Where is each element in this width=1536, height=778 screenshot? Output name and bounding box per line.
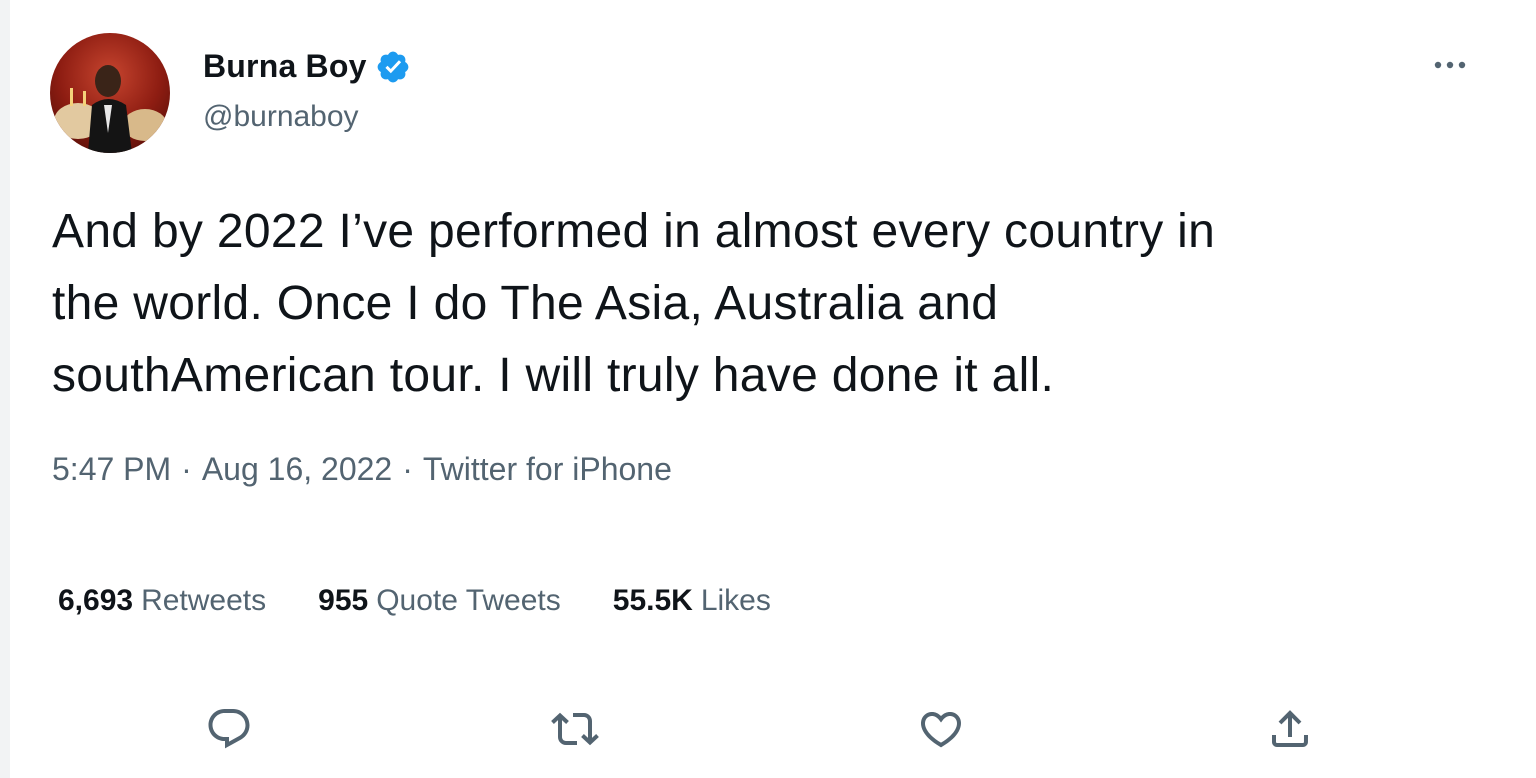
like-button[interactable] xyxy=(917,705,965,753)
meta-separator: · xyxy=(181,451,192,487)
reply-icon xyxy=(205,709,253,757)
tweet-card: Burna Boy @burnaboy And by 2022 I’ve per… xyxy=(0,0,1536,778)
verified-badge-icon xyxy=(375,49,411,85)
avatar[interactable] xyxy=(50,33,170,153)
retweet-icon xyxy=(551,712,599,757)
left-divider xyxy=(0,0,10,778)
tweet-time[interactable]: 5:47 PM xyxy=(52,451,171,488)
tweet-meta: 5:47 PM · Aug 16, 2022 · Twitter for iPh… xyxy=(52,451,672,488)
heart-icon xyxy=(917,712,965,757)
quotes-stat[interactable]: 955 Quote Tweets xyxy=(318,584,561,618)
tweet-text: And by 2022 I’ve performed in almost eve… xyxy=(52,205,1216,402)
meta-separator: · xyxy=(402,451,413,487)
reply-button[interactable] xyxy=(205,705,253,753)
quotes-label: Quote Tweets xyxy=(376,584,561,617)
share-button[interactable] xyxy=(1266,705,1314,753)
likes-stat[interactable]: 55.5K Likes xyxy=(613,584,771,618)
tweet-stats: 6,693 Retweets 955 Quote Tweets 55.5K Li… xyxy=(58,584,771,618)
retweets-stat[interactable]: 6,693 Retweets xyxy=(58,584,266,618)
tweet-date[interactable]: Aug 16, 2022 xyxy=(202,451,392,488)
quotes-count: 955 xyxy=(318,584,369,617)
more-icon[interactable] xyxy=(1430,50,1470,80)
retweet-button[interactable] xyxy=(551,705,599,753)
retweets-label: Retweets xyxy=(141,584,267,617)
likes-label: Likes xyxy=(700,584,771,617)
share-icon xyxy=(1266,710,1314,757)
display-name[interactable]: Burna Boy xyxy=(203,48,367,85)
retweets-count: 6,693 xyxy=(58,584,134,617)
name-row: Burna Boy xyxy=(203,48,411,85)
handle[interactable]: @burnaboy xyxy=(203,100,359,134)
likes-count: 55.5K xyxy=(612,584,693,617)
tweet-source[interactable]: Twitter for iPhone xyxy=(423,451,672,488)
